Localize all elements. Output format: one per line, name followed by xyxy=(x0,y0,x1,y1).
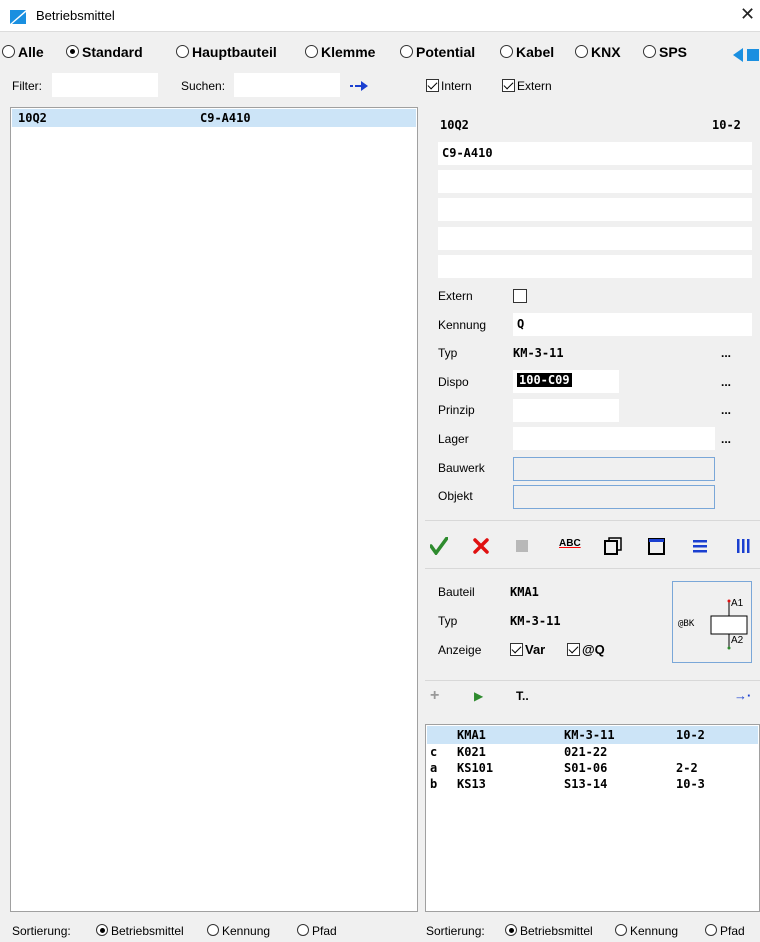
app-icon xyxy=(10,10,26,24)
sort-right-pfad[interactable]: Pfad xyxy=(705,924,745,938)
edit-toolbar: ABC xyxy=(428,535,758,557)
radio-potential[interactable]: Potential xyxy=(400,44,475,60)
contact-list[interactable]: KMA1 KM-3-11 10-2 c K021 021-22 a KS101 … xyxy=(425,724,760,912)
text-tool-button[interactable]: T.. xyxy=(516,689,529,703)
copy-window-icon[interactable] xyxy=(604,537,622,555)
kennung-field[interactable]: Q xyxy=(513,313,752,336)
lager-field[interactable] xyxy=(513,427,715,450)
typ-label: Typ xyxy=(438,346,458,360)
bauteil-typ-value: KM-3-11 xyxy=(510,614,561,628)
play-icon[interactable]: ▶ xyxy=(474,689,483,703)
kennung-label: Kennung xyxy=(438,318,487,332)
text-line-1[interactable]: C9-A410 xyxy=(438,142,752,165)
confirm-check-icon[interactable] xyxy=(430,537,448,555)
var-checkbox[interactable]: Var xyxy=(510,642,545,657)
window-icon[interactable] xyxy=(648,537,666,555)
bauwerk-field xyxy=(513,457,715,481)
sort-right-label: Sortierung: xyxy=(426,924,485,938)
detail-name: 10Q2 xyxy=(440,118,469,132)
suchen-label: Suchen: xyxy=(181,79,226,93)
objekt-field xyxy=(513,485,715,509)
text-line-3[interactable] xyxy=(438,198,752,221)
search-input[interactable] xyxy=(234,73,340,97)
objekt-label: Objekt xyxy=(438,489,473,503)
sort-left-pfad[interactable]: Pfad xyxy=(297,924,337,938)
radio-hauptbauteil[interactable]: Hauptbauteil xyxy=(176,44,277,60)
intern-checkbox[interactable]: Intern xyxy=(426,79,472,93)
close-icon[interactable]: ✕ xyxy=(740,4,755,25)
radio-sps[interactable]: SPS xyxy=(643,44,687,60)
delete-x-icon[interactable] xyxy=(473,538,489,554)
lager-browse-button[interactable]: ... xyxy=(721,432,731,446)
table-row[interactable]: b KS13 S13-14 10-3 xyxy=(427,776,758,792)
prinzip-browse-button[interactable]: ... xyxy=(721,403,731,417)
detail-page: 10-2 xyxy=(712,118,741,132)
extern-checkbox[interactable]: Extern xyxy=(502,79,552,93)
equipment-list[interactable]: 10Q2 C9-A410 xyxy=(10,107,418,912)
text-line-5[interactable] xyxy=(438,255,752,278)
symbol-preview: @BK A1 A2 xyxy=(672,581,752,663)
stop-square-icon[interactable] xyxy=(516,540,528,552)
radio-kabel[interactable]: Kabel xyxy=(500,44,554,60)
collapse-arrow-icon[interactable] xyxy=(733,48,759,62)
radio-knx[interactable]: KNX xyxy=(575,44,621,60)
sort-right-kennung[interactable]: Kennung xyxy=(615,924,678,938)
list-item[interactable]: 10Q2 C9-A410 xyxy=(12,109,416,127)
filter-input[interactable] xyxy=(52,73,158,97)
radio-alle[interactable]: Alle xyxy=(2,44,44,60)
radio-standard[interactable]: Standard xyxy=(66,44,143,60)
symbol-a1-label: A1 xyxy=(731,598,744,609)
sort-left-label: Sortierung: xyxy=(12,924,71,938)
divider xyxy=(425,520,760,521)
typ-browse-button[interactable]: ... xyxy=(721,346,731,360)
typ-value: KM-3-11 xyxy=(513,346,564,360)
sort-left-betriebsmittel[interactable]: Betriebsmittel xyxy=(96,924,184,938)
text-line-2[interactable] xyxy=(438,170,752,193)
filter-label: Filter: xyxy=(12,79,42,93)
text-line-4[interactable] xyxy=(438,227,752,250)
dispo-field[interactable]: 100-C09 xyxy=(513,370,619,393)
q-checkbox[interactable]: @Q xyxy=(567,642,605,657)
lager-label: Lager xyxy=(438,432,469,446)
coil-symbol-icon xyxy=(710,599,748,650)
add-icon[interactable]: + xyxy=(430,687,439,705)
spellcheck-abc-icon[interactable]: ABC xyxy=(559,538,581,549)
columns-icon[interactable] xyxy=(736,539,750,553)
anzeige-label: Anzeige xyxy=(438,643,482,657)
sort-left-kennung[interactable]: Kennung xyxy=(207,924,270,938)
prinzip-field[interactable] xyxy=(513,399,619,422)
table-row[interactable]: a KS101 S01-06 2-2 xyxy=(427,760,758,776)
table-row[interactable]: KMA1 KM-3-11 10-2 xyxy=(427,726,758,744)
prinzip-label: Prinzip xyxy=(438,403,475,417)
title-bar: Betriebsmittel ✕ xyxy=(0,0,760,32)
jump-arrow-icon[interactable]: →· xyxy=(734,688,751,703)
dispo-label: Dispo xyxy=(438,375,469,389)
symbol-a2-label: A2 xyxy=(731,635,744,646)
bauwerk-label: Bauwerk xyxy=(438,461,485,475)
extern-field-checkbox[interactable] xyxy=(513,289,527,303)
window-title: Betriebsmittel xyxy=(36,8,115,23)
bauteil-value: KMA1 xyxy=(510,585,539,599)
divider xyxy=(425,680,760,681)
search-go-arrow-icon[interactable] xyxy=(350,80,370,92)
list-lines-icon[interactable] xyxy=(693,539,707,553)
bauteil-label: Bauteil xyxy=(438,585,475,599)
sort-right-betriebsmittel[interactable]: Betriebsmittel xyxy=(505,924,593,938)
radio-klemme[interactable]: Klemme xyxy=(305,44,375,60)
table-row[interactable]: c K021 021-22 xyxy=(427,744,758,760)
bauteil-typ-label: Typ xyxy=(438,614,458,628)
dispo-browse-button[interactable]: ... xyxy=(721,375,731,389)
extern-label: Extern xyxy=(438,289,473,303)
divider xyxy=(425,568,760,569)
symbol-bk-label: @BK xyxy=(678,619,695,629)
